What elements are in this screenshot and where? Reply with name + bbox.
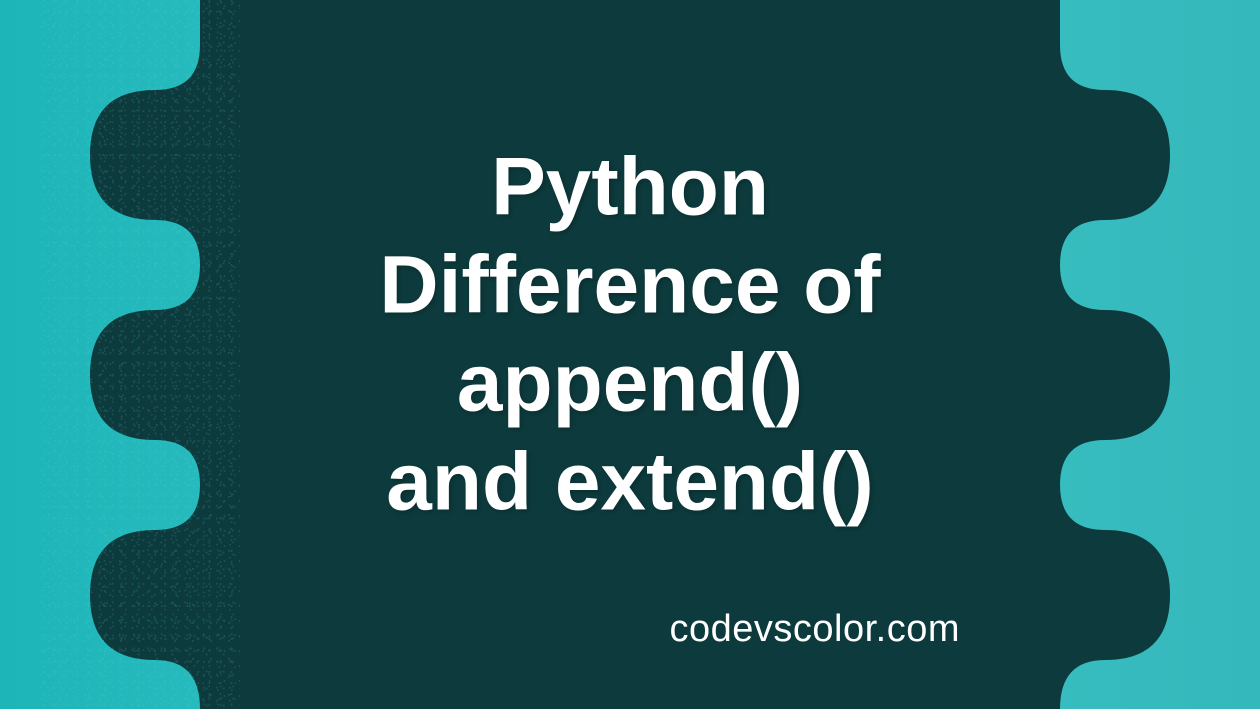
footer-attribution: codevscolor.com [669, 608, 960, 651]
title-line-2: Difference of [0, 236, 1260, 334]
main-title-block: Python Difference of append() and extend… [0, 138, 1260, 532]
title-line-1: Python [0, 138, 1260, 236]
title-line-4: and extend() [0, 433, 1260, 531]
title-line-3: append() [0, 335, 1260, 433]
